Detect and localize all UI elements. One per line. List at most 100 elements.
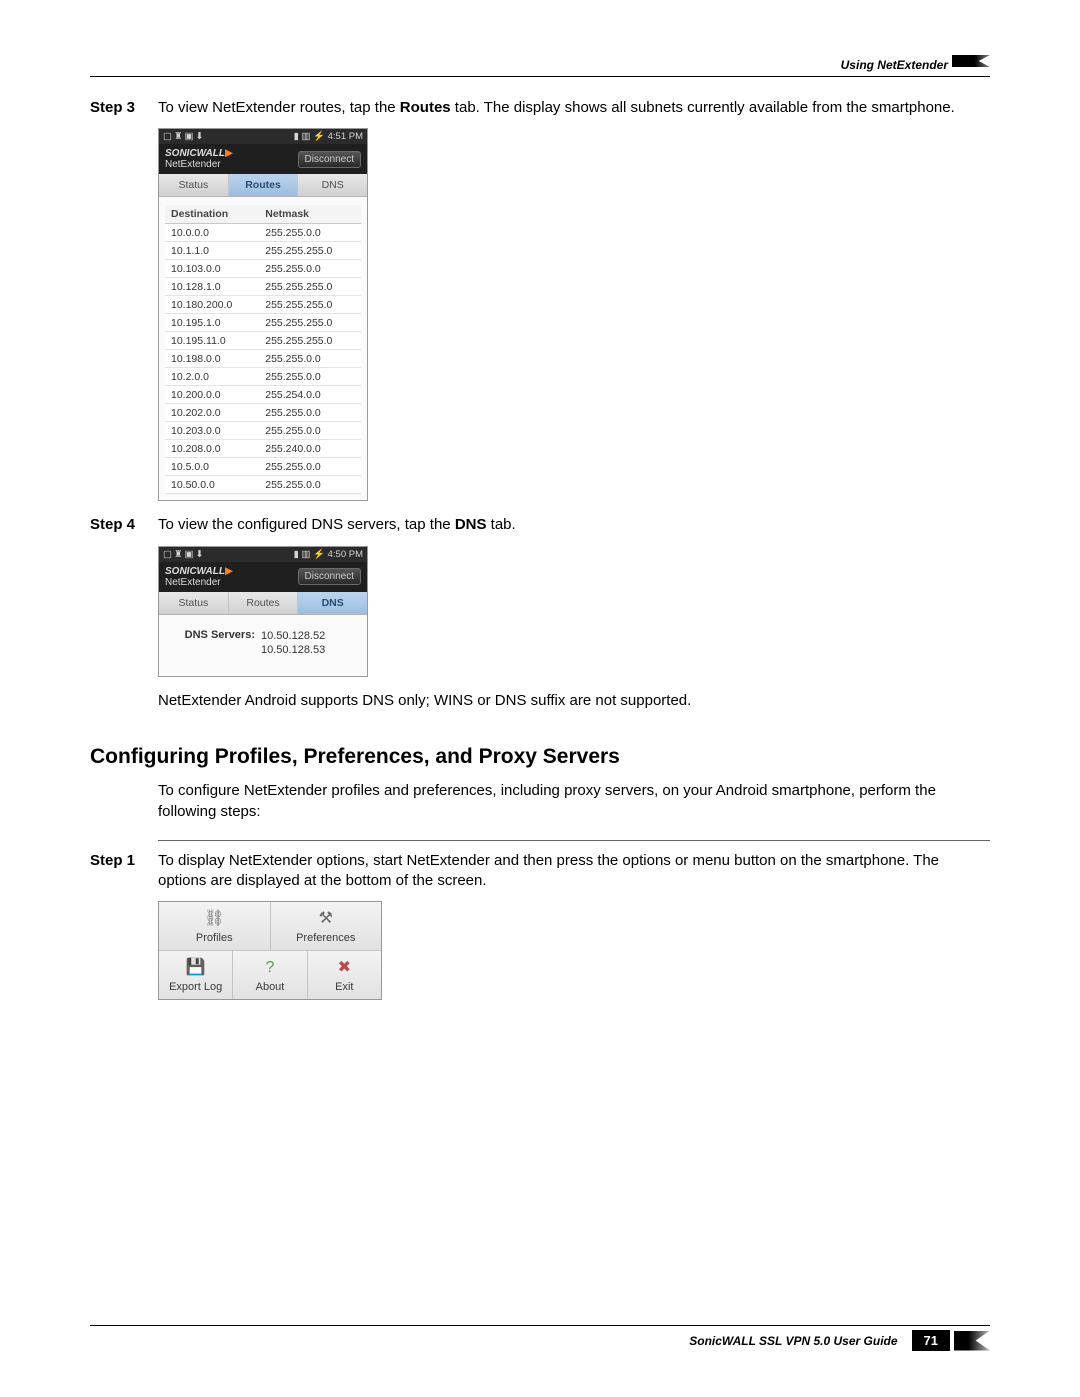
separator-rule [158, 840, 990, 841]
page-content: Step 3 To view NetExtender routes, tap t… [90, 98, 990, 1000]
text: To view NetExtender routes, tap the [158, 99, 400, 116]
battery-icon: ▮ [294, 131, 299, 142]
dns-server-2: 10.50.128.53 [261, 643, 325, 658]
about-icon: ? [233, 957, 306, 979]
text: To view the configured DNS servers, tap … [158, 516, 455, 533]
table-row: 10.195.11.0255.255.255.0 [165, 332, 361, 350]
profiles-icon: ⛓ [159, 908, 270, 930]
app-name: NetExtender [165, 577, 221, 588]
android-status-bar: ▢♜▣⬇ ▮ ▥ ⚡ 4:50 PM [159, 547, 367, 562]
menu-label: Export Log [169, 981, 222, 993]
cell-destination: 10.1.1.0 [165, 242, 259, 260]
running-head: Using NetExtender [841, 58, 948, 72]
menu-preferences[interactable]: ⚒ Preferences [271, 902, 382, 950]
cell-netmask: 255.255.255.0 [259, 314, 361, 332]
table-row: 10.202.0.0255.255.0.0 [165, 404, 361, 422]
cell-netmask: 255.255.0.0 [259, 224, 361, 242]
table-row: 10.0.0.0255.255.0.0 [165, 224, 361, 242]
table-row: 10.208.0.0255.240.0.0 [165, 440, 361, 458]
tab-routes[interactable]: Routes [229, 592, 299, 614]
table-row: 10.5.0.0255.255.0.0 [165, 458, 361, 476]
status-time: 4:50 PM [328, 549, 363, 560]
menu-label: Exit [335, 981, 353, 993]
status-icons-left: ▢♜▣⬇ [163, 131, 205, 142]
screenshot-options-menu: ⛓ Profiles ⚒ Preferences 💾 Export Log ? … [158, 901, 382, 1000]
export-log-icon: 💾 [159, 957, 232, 979]
table-row: 10.180.200.0255.255.255.0 [165, 296, 361, 314]
app-name: NetExtender [165, 159, 221, 170]
table-row: 10.1.1.0255.255.255.0 [165, 242, 361, 260]
exit-icon: ✖ [308, 957, 381, 979]
cell-destination: 10.180.200.0 [165, 296, 259, 314]
android-status-bar: ▢♜▣⬇ ▮ ▥ ⚡ 4:51 PM [159, 129, 367, 144]
step-label: Step 4 [90, 515, 158, 535]
cell-destination: 10.202.0.0 [165, 404, 259, 422]
table-row: 10.128.1.0255.255.255.0 [165, 278, 361, 296]
step-text: To view NetExtender routes, tap the Rout… [158, 98, 990, 118]
status-time: 4:51 PM [328, 131, 363, 142]
document-page: Using NetExtender Step 3 To view NetExte… [0, 0, 1080, 1397]
cell-netmask: 255.255.0.0 [259, 404, 361, 422]
footer-doc-title: SonicWALL SSL VPN 5.0 User Guide [689, 1334, 897, 1348]
key-icon: ♜ [174, 549, 183, 560]
menu-exit[interactable]: ✖ Exit [308, 951, 381, 999]
table-row: 10.50.0.0255.255.0.0 [165, 476, 361, 494]
disconnect-button[interactable]: Disconnect [298, 568, 361, 585]
app-title-bar: SONICWALL▶ NetExtender Disconnect [159, 562, 367, 592]
footer-rule [90, 1325, 990, 1326]
step-text: To view the configured DNS servers, tap … [158, 515, 990, 535]
menu-about[interactable]: ? About [233, 951, 307, 999]
tab-dns[interactable]: DNS [298, 174, 367, 196]
page-footer: SonicWALL SSL VPN 5.0 User Guide 71 [90, 1325, 990, 1353]
cell-destination: 10.2.0.0 [165, 368, 259, 386]
cell-destination: 10.50.0.0 [165, 476, 259, 494]
tab-status[interactable]: Status [159, 174, 229, 196]
section-heading: Configuring Profiles, Preferences, and P… [90, 745, 990, 769]
table-row: 10.195.1.0255.255.255.0 [165, 314, 361, 332]
screenshot-routes: ▢♜▣⬇ ▮ ▥ ⚡ 4:51 PM SONICWALL▶ NetExtende… [158, 128, 368, 501]
cell-destination: 10.198.0.0 [165, 350, 259, 368]
step-label: Step 3 [90, 98, 158, 118]
step-4: Step 4 To view the configured DNS server… [90, 515, 990, 535]
tab-status[interactable]: Status [159, 592, 229, 614]
step-3: Step 3 To view NetExtender routes, tap t… [90, 98, 990, 118]
cell-netmask: 255.255.0.0 [259, 350, 361, 368]
cell-netmask: 255.255.0.0 [259, 260, 361, 278]
bold-term: Routes [400, 99, 451, 116]
vpn-icon: ▣ [185, 549, 194, 560]
cell-netmask: 255.255.0.0 [259, 476, 361, 494]
header-rule [90, 76, 990, 77]
dns-label: DNS Servers: [169, 629, 261, 659]
table-row: 10.198.0.0255.255.0.0 [165, 350, 361, 368]
cell-destination: 10.195.1.0 [165, 314, 259, 332]
footer-page-number: 71 [912, 1330, 950, 1351]
text: tab. [486, 516, 515, 533]
routes-table: Destination Netmask 10.0.0.0255.255.0.01… [165, 205, 361, 494]
cell-destination: 10.0.0.0 [165, 224, 259, 242]
tab-routes[interactable]: Routes [229, 174, 299, 196]
menu-label: About [256, 981, 285, 993]
cell-netmask: 255.240.0.0 [259, 440, 361, 458]
cell-destination: 10.103.0.0 [165, 260, 259, 278]
menu-export-log[interactable]: 💾 Export Log [159, 951, 233, 999]
menu-profiles[interactable]: ⛓ Profiles [159, 902, 271, 950]
charge-icon: ⚡ [313, 131, 325, 142]
tab-bar: Status Routes DNS [159, 174, 367, 197]
battery-icon: ▮ [294, 549, 299, 560]
app-brand: SONICWALL▶ NetExtender [165, 566, 233, 588]
disconnect-button[interactable]: Disconnect [298, 151, 361, 168]
dns-server-1: 10.50.128.52 [261, 629, 325, 644]
cell-destination: 10.5.0.0 [165, 458, 259, 476]
section-intro: To configure NetExtender profiles and pr… [158, 781, 990, 822]
text: tab. The display shows all subnets curre… [451, 99, 955, 116]
col-netmask: Netmask [259, 205, 361, 224]
cell-netmask: 255.255.0.0 [259, 458, 361, 476]
tab-dns[interactable]: DNS [298, 592, 367, 614]
table-row: 10.2.0.0255.255.0.0 [165, 368, 361, 386]
app-brand: SONICWALL▶ NetExtender [165, 148, 233, 170]
table-row: 10.203.0.0255.255.0.0 [165, 422, 361, 440]
col-destination: Destination [165, 205, 259, 224]
home-icon: ▢ [163, 549, 172, 560]
key-icon: ♜ [174, 131, 183, 142]
step-label: Step 1 [90, 851, 158, 892]
